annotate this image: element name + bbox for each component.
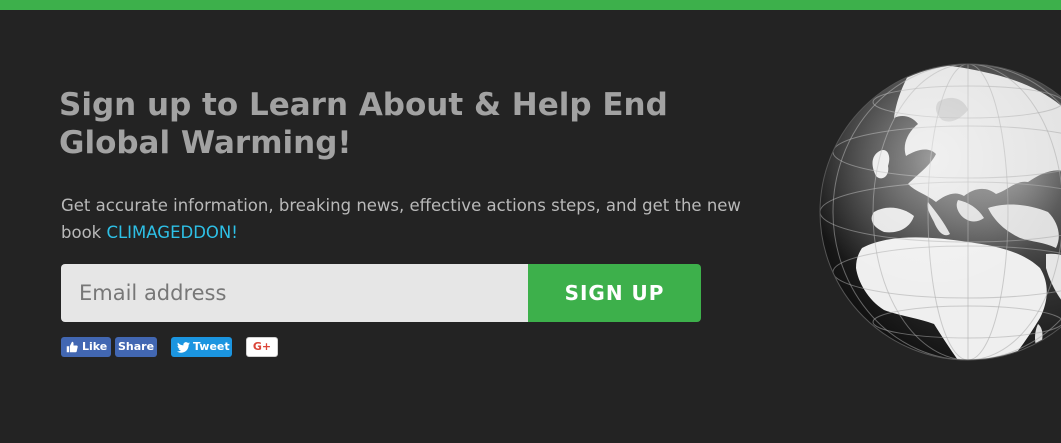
google-plus-button[interactable]: G+ [246, 337, 278, 357]
tweet-label: Tweet [193, 340, 230, 353]
facebook-like-button[interactable]: Like [61, 337, 111, 357]
book-title-link[interactable]: CLIMAGEDDON! [106, 223, 237, 242]
like-label: Like [82, 340, 108, 353]
gplus-label: G+ [252, 340, 272, 353]
description-text: Get accurate information, breaking news,… [61, 192, 761, 246]
page-title: Sign up to Learn About & Help End Global… [59, 87, 668, 161]
facebook-share-button[interactable]: Share [115, 337, 157, 357]
signup-button[interactable]: SIGN UP [528, 264, 701, 322]
share-label: Share [117, 340, 155, 353]
newsletter-signup-section: Sign up to Learn About & Help End Global… [0, 0, 1061, 443]
email-field[interactable] [61, 264, 528, 322]
twitter-bird-icon [177, 341, 190, 353]
globe-icon [819, 63, 1061, 361]
twitter-tweet-button[interactable]: Tweet [171, 337, 232, 357]
signup-form: SIGN UP [61, 264, 701, 322]
thumbs-up-icon [66, 341, 78, 353]
top-accent-bar [0, 0, 1061, 10]
